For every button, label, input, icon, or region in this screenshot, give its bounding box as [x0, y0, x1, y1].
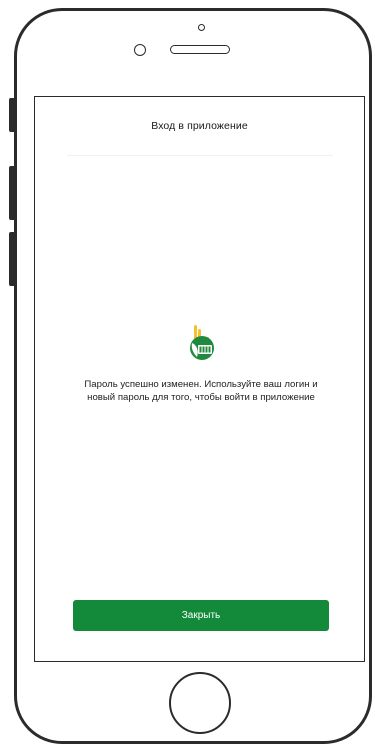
earpiece-speaker [170, 45, 230, 54]
home-button[interactable] [169, 672, 231, 734]
sensor-dot [198, 24, 205, 31]
rshb-logo-icon [190, 325, 214, 360]
success-message: Пароль успешно изменен. Используйте ваш … [84, 379, 318, 403]
app-header: Вход в приложение [35, 97, 364, 155]
close-button[interactable]: Закрыть [73, 600, 329, 631]
front-camera [134, 44, 146, 56]
header-divider [67, 155, 333, 156]
phone-mockup: Вход в приложение Пароль успешно изменен… [0, 0, 375, 746]
app-screen: Вход в приложение Пароль успешно изменен… [34, 96, 365, 662]
page-title: Вход в приложение [151, 120, 248, 132]
